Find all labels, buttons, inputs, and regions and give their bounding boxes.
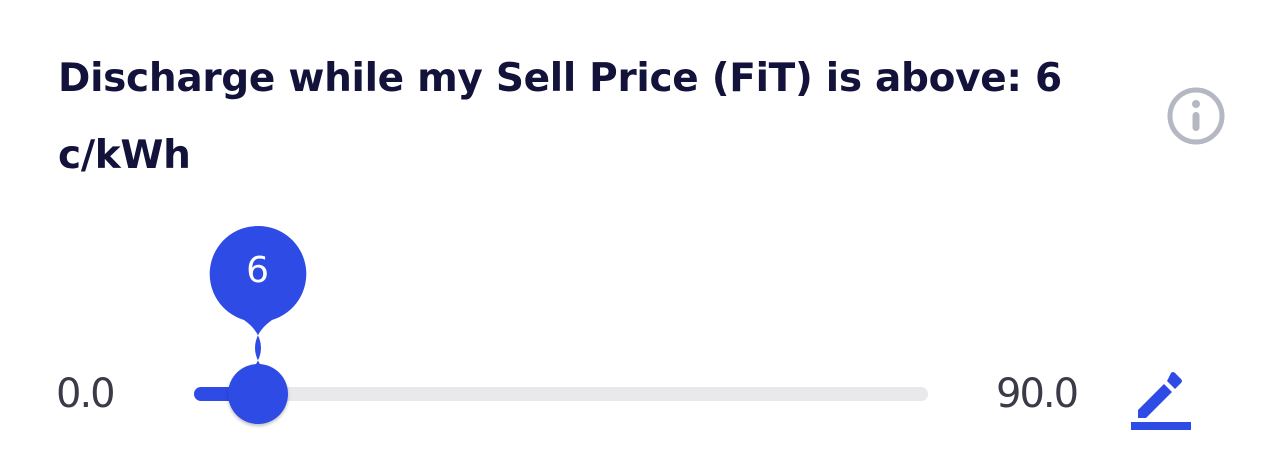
- sell-price-slider[interactable]: 6: [190, 220, 932, 440]
- slider-min-label: 0.0: [56, 371, 116, 417]
- setting-title: Discharge while my Sell Price (FiT) is a…: [58, 56, 1062, 178]
- info-icon[interactable]: [1166, 86, 1226, 146]
- slider-value-label: 6: [246, 250, 270, 291]
- slider-max-label: 90.0: [996, 371, 1079, 417]
- slider-thumb[interactable]: [227, 364, 288, 424]
- pencil-edit-icon[interactable]: [1128, 360, 1194, 432]
- slider-track[interactable]: [194, 387, 928, 401]
